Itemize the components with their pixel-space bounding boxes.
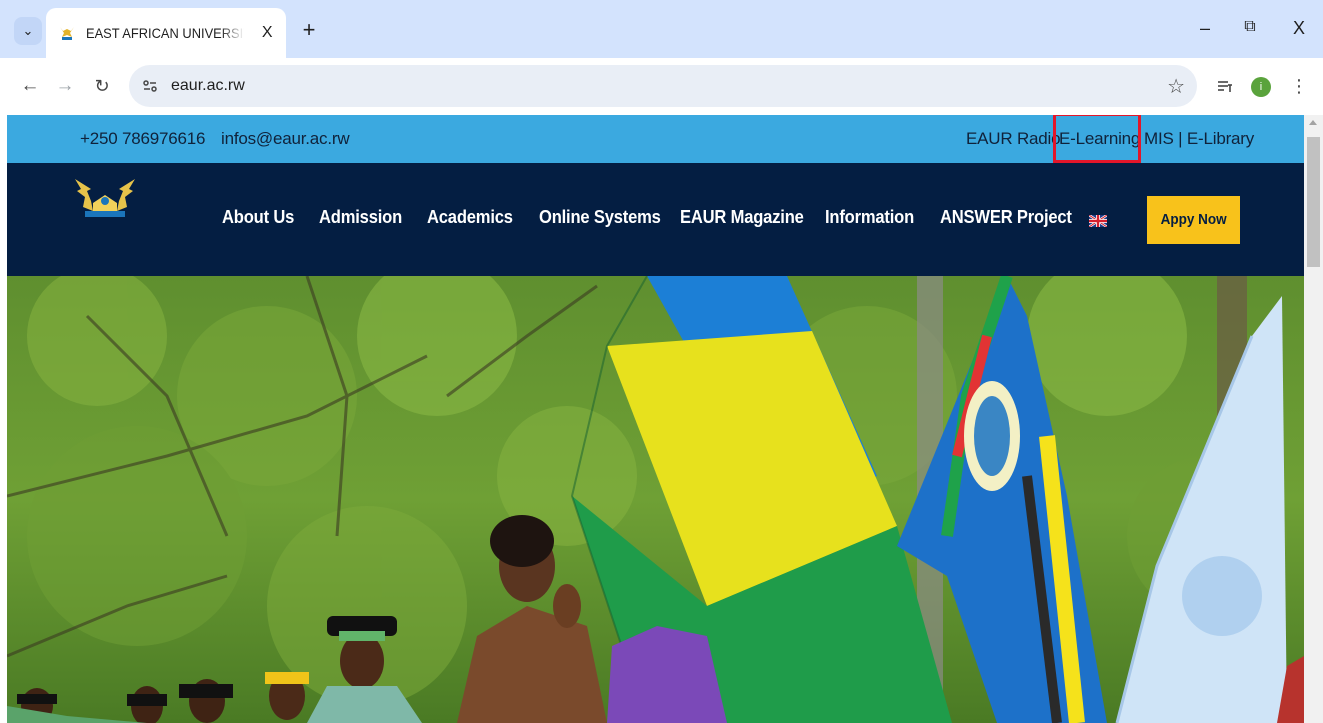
browser-toolbar: ← → ↻ eaur.ac.rw ☆ i ⋮ bbox=[0, 58, 1323, 115]
nav-eaur-magazine[interactable]: EAUR Magazine bbox=[680, 207, 804, 228]
favicon-icon bbox=[58, 24, 76, 42]
menu-icon[interactable]: ⋮ bbox=[1287, 74, 1311, 98]
window-minimize-button[interactable]: – bbox=[1193, 18, 1217, 39]
bookmark-star-icon[interactable]: ☆ bbox=[1167, 74, 1185, 99]
apply-now-button[interactable]: Appy Now bbox=[1147, 196, 1240, 244]
top-contact-bar: +250 786976616 infos@eaur.ac.rw EAUR Rad… bbox=[7, 115, 1304, 163]
hero-illustration bbox=[7, 276, 1304, 723]
reload-icon[interactable]: ↻ bbox=[90, 74, 114, 98]
eaur-logo[interactable] bbox=[71, 177, 139, 219]
eaur-radio-link[interactable]: EAUR Radio bbox=[966, 129, 1061, 149]
apply-now-label: Appy Now bbox=[1160, 211, 1227, 228]
address-bar[interactable]: eaur.ac.rw ☆ bbox=[129, 65, 1197, 107]
forward-icon[interactable]: → bbox=[53, 74, 77, 98]
email-link[interactable]: infos@eaur.ac.rw bbox=[221, 129, 350, 149]
page-scrollbar[interactable] bbox=[1304, 115, 1323, 723]
e-learning-highlight-box bbox=[1053, 115, 1141, 163]
nav-information[interactable]: Information bbox=[825, 207, 914, 228]
url-text: eaur.ac.rw bbox=[171, 77, 245, 94]
tab-search-icon[interactable]: ⌄ bbox=[14, 17, 42, 45]
scroll-up-arrow-icon[interactable] bbox=[1309, 120, 1317, 125]
browser-tab-active[interactable]: EAST AFRICAN UNIVERSITY RW X bbox=[46, 8, 286, 58]
browser-tab-strip: ⌄ EAST AFRICAN UNIVERSITY RW X + – ⧉ X bbox=[0, 0, 1323, 58]
nav-academics[interactable]: Academics bbox=[427, 207, 513, 228]
nav-online-systems[interactable]: Online Systems bbox=[539, 207, 661, 228]
tab-title: EAST AFRICAN UNIVERSITY RW bbox=[86, 25, 245, 41]
reading-list-icon[interactable] bbox=[1213, 74, 1237, 98]
scrollbar-thumb[interactable] bbox=[1307, 137, 1320, 267]
phone-number: +250 786976616 bbox=[80, 129, 206, 148]
nav-admission[interactable]: Admission bbox=[319, 207, 402, 228]
page-viewport: +250 786976616 infos@eaur.ac.rw EAUR Rad… bbox=[7, 115, 1304, 723]
profile-avatar-icon[interactable]: i bbox=[1251, 77, 1271, 97]
mis-e-library-link[interactable]: MIS | E-Library bbox=[1144, 129, 1254, 149]
window-restore-button[interactable]: ⧉ bbox=[1238, 18, 1262, 36]
window-close-button[interactable]: X bbox=[1287, 18, 1311, 39]
site-info-icon[interactable] bbox=[137, 73, 163, 99]
back-icon[interactable]: ← bbox=[18, 74, 42, 98]
main-navbar: About Us Admission Academics Online Syst… bbox=[7, 163, 1304, 276]
hero-image-flags-ceremony bbox=[7, 276, 1304, 723]
uk-flag-icon[interactable] bbox=[1088, 214, 1108, 228]
nav-about-us[interactable]: About Us bbox=[222, 207, 294, 228]
new-tab-button[interactable]: + bbox=[296, 17, 322, 43]
nav-answer-project[interactable]: ANSWER Project bbox=[940, 207, 1072, 228]
tab-close-button[interactable]: X bbox=[258, 24, 276, 42]
